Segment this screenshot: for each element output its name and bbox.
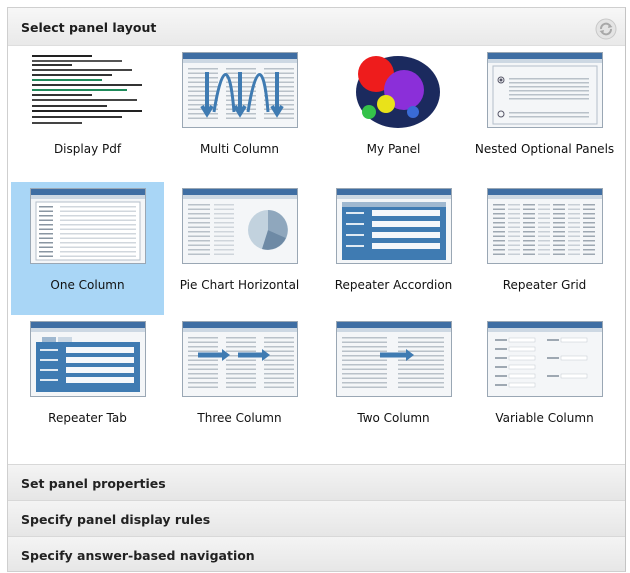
- layout-label: Repeater Grid: [502, 278, 587, 292]
- section-display-rules[interactable]: Specify panel display rules: [8, 500, 625, 536]
- panel-header[interactable]: Select panel layout: [8, 8, 625, 46]
- layout-thumbnail: [336, 52, 452, 128]
- layout-label: Two Column: [357, 411, 430, 425]
- layout-panel: Select panel layout Display Pdf Multi Col…: [7, 7, 626, 572]
- layout-label: Repeater Tab: [48, 411, 127, 425]
- layout-label: Display Pdf: [53, 142, 122, 156]
- section-set-panel-properties[interactable]: Set panel properties: [8, 464, 625, 500]
- layout-option-my-panel[interactable]: My Panel: [317, 46, 470, 179]
- layout-label: Pie Chart Horizontal: [179, 278, 300, 292]
- layout-label: One Column: [50, 278, 125, 292]
- layout-label: Three Column: [197, 411, 282, 425]
- layout-option-three-column[interactable]: Three Column: [163, 315, 316, 448]
- layout-thumbnail: [336, 188, 452, 264]
- layout-label: Repeater Accordion: [334, 278, 453, 292]
- layout-option-variable-column[interactable]: Variable Column: [468, 315, 621, 448]
- layout-option-two-column[interactable]: Two Column: [317, 315, 470, 448]
- layout-label: My Panel: [366, 142, 421, 156]
- layout-thumbnail: [182, 188, 298, 264]
- layout-option-one-column[interactable]: One Column: [11, 182, 164, 315]
- section-label: Specify answer-based navigation: [21, 548, 255, 563]
- layout-thumbnail: [336, 321, 452, 397]
- layout-thumbnail: [487, 188, 603, 264]
- layout-label: Variable Column: [495, 411, 594, 425]
- layout-option-nested-optional-panels[interactable]: Nested Optional Panels: [468, 46, 621, 179]
- layout-option-display-pdf[interactable]: Display Pdf: [11, 46, 164, 179]
- layout-label: Nested Optional Panels: [474, 142, 615, 156]
- layout-option-repeater-grid[interactable]: Repeater Grid: [468, 182, 621, 315]
- layout-thumbnail: [30, 52, 146, 128]
- page-title: Select panel layout: [21, 20, 157, 35]
- refresh-icon[interactable]: [595, 18, 617, 40]
- section-answer-navigation[interactable]: Specify answer-based navigation: [8, 536, 625, 571]
- layout-option-repeater-tab[interactable]: Repeater Tab: [11, 315, 164, 448]
- layout-option-repeater-accordion[interactable]: Repeater Accordion: [317, 182, 470, 315]
- section-label: Specify panel display rules: [21, 512, 211, 527]
- layout-thumbnail: [182, 321, 298, 397]
- layout-option-multi-column[interactable]: Multi Column: [163, 46, 316, 179]
- layout-thumbnail: [487, 321, 603, 397]
- layout-option-pie-chart-horizontal[interactable]: Pie Chart Horizontal: [163, 182, 316, 315]
- layout-thumbnail: [30, 188, 146, 264]
- layout-thumbnail: [487, 52, 603, 128]
- layout-thumbnail: [182, 52, 298, 128]
- section-label: Set panel properties: [21, 476, 166, 491]
- layout-thumbnail: [30, 321, 146, 397]
- layout-label: Multi Column: [199, 142, 280, 156]
